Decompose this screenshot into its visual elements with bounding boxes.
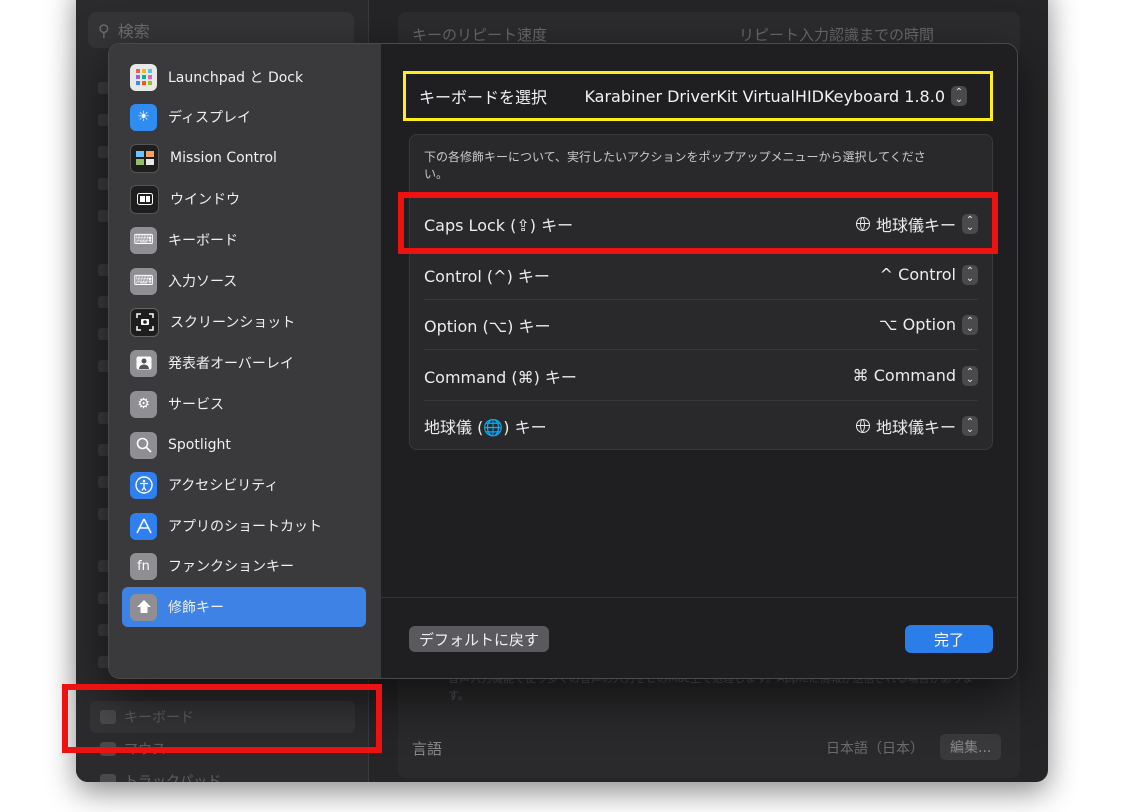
sidebar-item-label: マウス xyxy=(124,742,166,758)
sidebar-item-label: ファンクションキー xyxy=(168,559,294,575)
restore-defaults-button[interactable]: デフォルトに戻す xyxy=(409,626,550,652)
keyboard-icon: ⌨ xyxy=(130,226,157,254)
chevron-up-down-icon: ⌃ ⌄ xyxy=(962,365,978,386)
sidebar-item-label: スクリーンショット xyxy=(170,315,296,331)
sidebar-item-spotlight[interactable]: Spotlight xyxy=(122,425,366,465)
language-label: 言語 xyxy=(412,740,443,758)
sidebar-item-presenter-overlay[interactable]: 発表者オーバーレイ xyxy=(122,343,366,383)
sidebar-item-label: サービス xyxy=(168,397,224,413)
modifier-action-value: 地球儀キー xyxy=(875,215,956,235)
modifier-action-popup[interactable]: 地球儀キー ⌃ ⌄ xyxy=(855,414,978,438)
sidebar-item-label: Spotlight xyxy=(168,437,231,453)
repeat-delay-label: リピート入力認識までの時間 xyxy=(738,25,934,44)
modifier-key-label: Option (⌥) キー xyxy=(424,316,551,336)
language-value: 日本語（日本） xyxy=(826,741,924,757)
app-shortcuts-icon xyxy=(130,512,157,540)
sidebar-item-label: トラックパッド xyxy=(124,774,222,782)
window-icon xyxy=(130,184,159,214)
modifier-action-popup[interactable]: ⌥ Option ⌃ ⌄ xyxy=(879,314,978,335)
sidebar-item-screenshot[interactable]: スクリーンショット xyxy=(122,302,366,342)
modifier-key-label: Control (^) キー xyxy=(424,266,550,286)
modifier-row-globe: 地球儀 (🌐) キー 地球儀キー ⌃ ⌄ xyxy=(424,401,978,451)
mouse-icon xyxy=(100,742,116,756)
modifier-action-popup[interactable]: ^ Control ⌃ ⌄ xyxy=(879,264,978,285)
background-sidebar-item-mouse[interactable]: マウス xyxy=(90,733,355,765)
sidebar-item-label: 発表者オーバーレイ xyxy=(168,356,294,372)
chevron-up-down-icon: ⌃ ⌄ xyxy=(962,416,978,436)
mission-control-icon xyxy=(130,143,159,173)
accessibility-icon xyxy=(130,471,157,499)
sidebar-item-display[interactable]: ☀ ディスプレイ xyxy=(122,97,366,137)
footer-divider xyxy=(381,597,1017,598)
sidebar-item-services[interactable]: ⚙ サービス xyxy=(122,384,366,424)
sheet-content: キーボードを選択 Karabiner DriverKit VirtualHIDK… xyxy=(381,44,1017,678)
sidebar-item-label: Launchpad と Dock xyxy=(168,70,304,86)
modifier-keys-panel: 下の各修飾キーについて、実行したいアクションをポップアップメニューから選択してく… xyxy=(409,134,993,450)
keyboard-select-row: キーボードを選択 Karabiner DriverKit VirtualHIDK… xyxy=(405,72,981,120)
sidebar-item-label: ディスプレイ xyxy=(168,110,252,126)
modifier-action-popup[interactable]: ⌘ Command ⌃ ⌄ xyxy=(852,365,978,386)
modifier-action-value: ⌘ Command xyxy=(852,366,956,385)
modifier-action-value: 地球儀キー xyxy=(875,418,956,437)
modifier-row-command: Command (⌘) キー ⌘ Command ⌃ ⌄ xyxy=(424,351,978,401)
sidebar-item-function-keys[interactable]: fn ファンクションキー xyxy=(122,546,366,586)
sidebar-item-label: キーボード xyxy=(124,710,194,726)
background-sidebar-item-trackpad[interactable]: トラックパッド xyxy=(90,765,355,782)
input-source-icon: ⌨ xyxy=(130,267,157,295)
sidebar-item-app-shortcuts[interactable]: アプリのショートカット xyxy=(122,506,366,546)
sidebar-item-label: アプリのショートカット xyxy=(168,519,322,535)
search-placeholder: 検索 xyxy=(117,22,150,41)
keyboard-select-label: キーボードを選択 xyxy=(419,88,548,107)
spotlight-icon xyxy=(130,431,157,459)
presenter-overlay-icon xyxy=(130,349,157,377)
modifier-action-value: ^ Control xyxy=(879,265,956,284)
sidebar-item-label: 入力ソース xyxy=(168,274,238,290)
modifier-row-caps-lock: Caps Lock (⇪) キー 地球儀キー ⌃ ⌄ xyxy=(424,199,978,249)
sidebar-item-input-sources[interactable]: ⌨ 入力ソース xyxy=(122,261,366,301)
modifier-action-value: ⌥ Option xyxy=(879,315,956,334)
function-keys-icon: fn xyxy=(130,552,157,580)
sidebar-item-label: 修飾キー xyxy=(168,600,224,616)
sidebar-item-label: ウインドウ xyxy=(170,192,240,208)
keyboard-select-popup[interactable]: Karabiner DriverKit VirtualHIDKeyboard 1… xyxy=(584,86,967,106)
sidebar-item-keyboard[interactable]: ⌨ キーボード xyxy=(122,220,366,260)
sidebar-item-label: Mission Control xyxy=(170,150,277,166)
search-icon: ⚲ xyxy=(98,20,110,40)
done-button[interactable]: 完了 xyxy=(905,625,993,653)
modifier-keys-icon xyxy=(130,593,157,621)
chevron-up-down-icon: ⌃ ⌄ xyxy=(962,314,978,335)
sidebar-item-modifier-keys[interactable]: 修飾キー xyxy=(122,587,366,627)
key-repeat-label: キーのリピート速度 xyxy=(412,25,548,44)
keyboard-icon xyxy=(100,710,116,724)
instructions-text: 下の各修飾キーについて、実行したいアクションをポップアップメニューから選択してく… xyxy=(424,150,926,181)
sidebar-item-mission-control[interactable]: Mission Control xyxy=(122,138,366,178)
display-icon: ☀ xyxy=(130,103,157,131)
sidebar-item-label: キーボード xyxy=(168,233,238,249)
modifier-keys-sheet: Launchpad と Dock ☀ ディスプレイ Mission Contro… xyxy=(108,43,1018,679)
trackpad-icon xyxy=(100,774,116,782)
keyboard-select-value: Karabiner DriverKit VirtualHIDKeyboard 1… xyxy=(584,86,945,106)
sidebar-item-window[interactable]: ウインドウ xyxy=(122,179,366,219)
modifier-row-control: Control (^) キー ^ Control ⌃ ⌄ xyxy=(424,250,978,300)
modifier-key-label: Caps Lock (⇪) キー xyxy=(424,215,574,235)
globe-icon xyxy=(855,216,870,231)
modifier-key-label: 地球儀 (🌐) キー xyxy=(424,418,547,437)
sidebar-item-launchpad-dock[interactable]: Launchpad と Dock xyxy=(122,57,366,97)
globe-icon xyxy=(855,419,870,433)
edit-language-button[interactable]: 編集... xyxy=(940,734,1002,760)
modifier-key-label: Command (⌘) キー xyxy=(424,367,577,387)
screenshot-icon xyxy=(130,307,159,337)
services-icon: ⚙ xyxy=(130,390,157,418)
modifier-action-popup[interactable]: 地球儀キー ⌃ ⌄ xyxy=(855,212,978,236)
sidebar-item-label: アクセシビリティ xyxy=(168,478,279,494)
background-sidebar-item-keyboard[interactable]: キーボード xyxy=(90,701,355,733)
chevron-up-down-icon: ⌃ ⌄ xyxy=(951,86,967,106)
sidebar-item-accessibility[interactable]: アクセシビリティ xyxy=(122,465,366,505)
sheet-sidebar: Launchpad と Dock ☀ ディスプレイ Mission Contro… xyxy=(109,44,382,678)
chevron-up-down-icon: ⌃ ⌄ xyxy=(962,264,978,285)
modifier-row-option: Option (⌥) キー ⌥ Option ⌃ ⌄ xyxy=(424,300,978,350)
launchpad-icon xyxy=(130,63,157,91)
chevron-up-down-icon: ⌃ ⌄ xyxy=(962,213,978,234)
